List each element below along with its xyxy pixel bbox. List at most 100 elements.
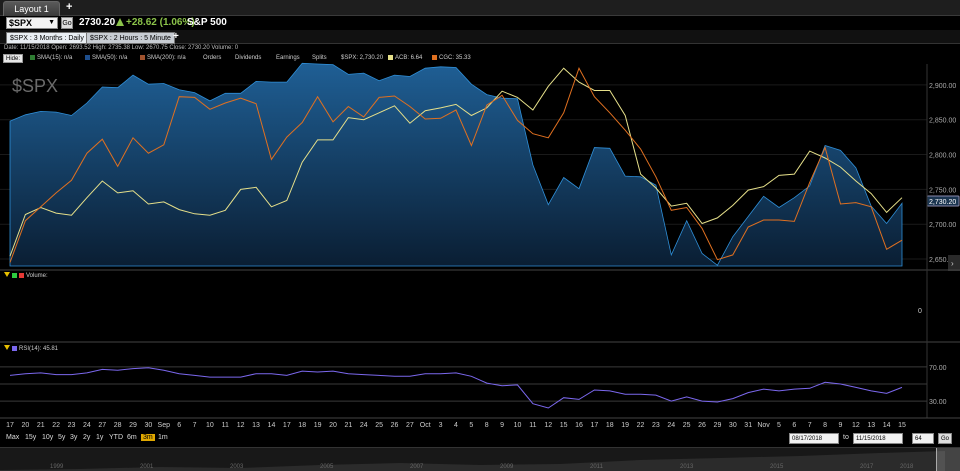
- volume-label: Volume:: [26, 273, 48, 279]
- x-tick-label: 28: [114, 422, 122, 429]
- x-tick-label: 27: [98, 422, 106, 429]
- x-tick-label: 21: [37, 422, 45, 429]
- zoom-1m-button[interactable]: 1m: [158, 434, 168, 441]
- x-tick-label: 7: [193, 422, 197, 429]
- panel-resize-handle[interactable]: [948, 255, 960, 271]
- x-tick-label: 24: [360, 422, 368, 429]
- volume-panel-header: Volume:: [4, 272, 48, 279]
- zoom-2y-button[interactable]: 2y: [83, 434, 90, 441]
- chart-canvas[interactable]: $SPX 2,900.00 2,850.00 2,800.00 2,750.00 2,7…: [0, 0, 960, 432]
- x-tick-label: 10: [206, 422, 214, 429]
- x-tick-label: 26: [391, 422, 399, 429]
- x-tick-label: 12: [852, 422, 860, 429]
- x-tick-label: 13: [252, 422, 260, 429]
- navigator-year: 2003: [230, 464, 244, 470]
- x-tick-label: 18: [298, 422, 306, 429]
- x-tick-label: 20: [21, 422, 29, 429]
- x-tick-label: 13: [867, 422, 875, 429]
- y-tick-label: 2,750.00: [929, 187, 956, 194]
- date-to-label: to: [843, 434, 849, 441]
- x-tick-label: 17: [591, 422, 599, 429]
- x-tick-label: 16: [575, 422, 583, 429]
- x-tick-label: 22: [637, 422, 645, 429]
- zoom-1y-button[interactable]: 1y: [96, 434, 103, 441]
- zoom-15y-button[interactable]: 15y: [25, 434, 36, 441]
- navigator-year: 1999: [50, 464, 64, 470]
- x-tick-label: 25: [375, 422, 383, 429]
- x-tick-label: 19: [314, 422, 322, 429]
- collapse-triangle-icon[interactable]: [4, 345, 10, 350]
- zoom-3m-button[interactable]: 3m: [141, 434, 155, 441]
- x-tick-label: 5: [777, 422, 781, 429]
- zoom-ytd-button[interactable]: YTD: [109, 434, 123, 441]
- x-tick-label: 23: [652, 422, 660, 429]
- x-tick-label: 19: [621, 422, 629, 429]
- navigator-year: 2011: [590, 464, 603, 470]
- x-tick-label: 6: [177, 422, 181, 429]
- navigator-year: 2005: [320, 464, 334, 470]
- rsi-tick-label: 70.00: [929, 365, 947, 372]
- navigator-selection[interactable]: [936, 448, 960, 471]
- x-tick-label: 12: [544, 422, 552, 429]
- zoom-5y-button[interactable]: 5y: [58, 434, 65, 441]
- x-tick-label: 9: [839, 422, 843, 429]
- volume-zero-label: 0: [918, 308, 922, 315]
- zoom-10y-button[interactable]: 10y: [42, 434, 53, 441]
- rsi-gridlines: [0, 366, 927, 402]
- x-tick-label: 5: [469, 422, 473, 429]
- color-swatch: [12, 346, 17, 351]
- x-tick-label: 12: [237, 422, 245, 429]
- x-tick-label: 10: [514, 422, 522, 429]
- rsi-line-series: [9, 367, 903, 409]
- x-tick-label: 11: [529, 422, 536, 429]
- x-tick-label: 23: [68, 422, 76, 429]
- x-tick-label: 9: [500, 422, 504, 429]
- start-date-input[interactable]: 08/17/2018: [789, 433, 839, 444]
- x-tick-label: 7: [808, 422, 812, 429]
- date-go-button[interactable]: Go: [938, 433, 952, 444]
- end-date-input[interactable]: 11/15/2018: [853, 433, 903, 444]
- rsi-tick-label: 30.00: [929, 399, 947, 406]
- zoom-toolbar: Max 15y 10y 5y 3y 2y 1y YTD 6m 3m 1m 08/…: [0, 432, 960, 446]
- zoom-max-button[interactable]: Max: [6, 434, 19, 441]
- rsi-panel-header: RSI(14): 45.81: [4, 345, 58, 352]
- x-tick-label: 27: [406, 422, 414, 429]
- x-tick-label: 4: [454, 422, 458, 429]
- x-tick-label: 24: [667, 422, 675, 429]
- x-tick-label: 15: [898, 422, 906, 429]
- time-navigator[interactable]: 1999 2001 2003 2005 2007 2009 2011 2013 …: [0, 447, 960, 471]
- navigator-year: 2015: [770, 464, 784, 470]
- x-tick-label: 29: [714, 422, 722, 429]
- rsi-axis: 70.00 30.00: [929, 365, 947, 406]
- x-tick-label: 17: [6, 422, 14, 429]
- x-axis: 17 20 21 22 23 24 27 28 29 30 Sep 6 7 10 11 12 13 14 17 18 1…: [6, 422, 906, 429]
- y-tick-label: 2,700.00: [929, 222, 956, 229]
- x-tick-label: 14: [883, 422, 891, 429]
- last-price-tag-label: 2,730.20: [929, 199, 956, 206]
- x-tick-label: 25: [683, 422, 691, 429]
- last-price-tag: 2,730.20: [926, 195, 960, 207]
- navigator-year: 2009: [500, 464, 514, 470]
- x-tick-label: 20: [329, 422, 337, 429]
- navigator-year: 2018: [900, 464, 914, 470]
- navigator-year: 2013: [680, 464, 694, 470]
- x-tick-label: 30: [145, 422, 153, 429]
- x-tick-label: 18: [606, 422, 614, 429]
- x-tick-label: 8: [823, 422, 827, 429]
- navigator-year: 2017: [860, 464, 874, 470]
- price-axis: 2,900.00 2,850.00 2,800.00 2,750.00 2,700.00…: [929, 83, 956, 264]
- zoom-6m-button[interactable]: 6m: [127, 434, 137, 441]
- chevron-right-icon[interactable]: ›: [951, 259, 954, 268]
- x-tick-label: 26: [698, 422, 706, 429]
- x-tick-label: 17: [283, 422, 291, 429]
- collapse-triangle-icon[interactable]: [4, 272, 10, 277]
- zoom-3y-button[interactable]: 3y: [70, 434, 77, 441]
- x-tick-label: Sep: [158, 422, 171, 429]
- x-tick-label: 14: [268, 422, 276, 429]
- x-tick-label: 21: [344, 422, 352, 429]
- x-tick-label: 24: [83, 422, 91, 429]
- bar-count-input[interactable]: 64: [912, 433, 934, 444]
- x-tick-label: 29: [129, 422, 137, 429]
- y-tick-label: 2,900.00: [929, 83, 956, 90]
- navigator-year: 2001: [140, 464, 154, 470]
